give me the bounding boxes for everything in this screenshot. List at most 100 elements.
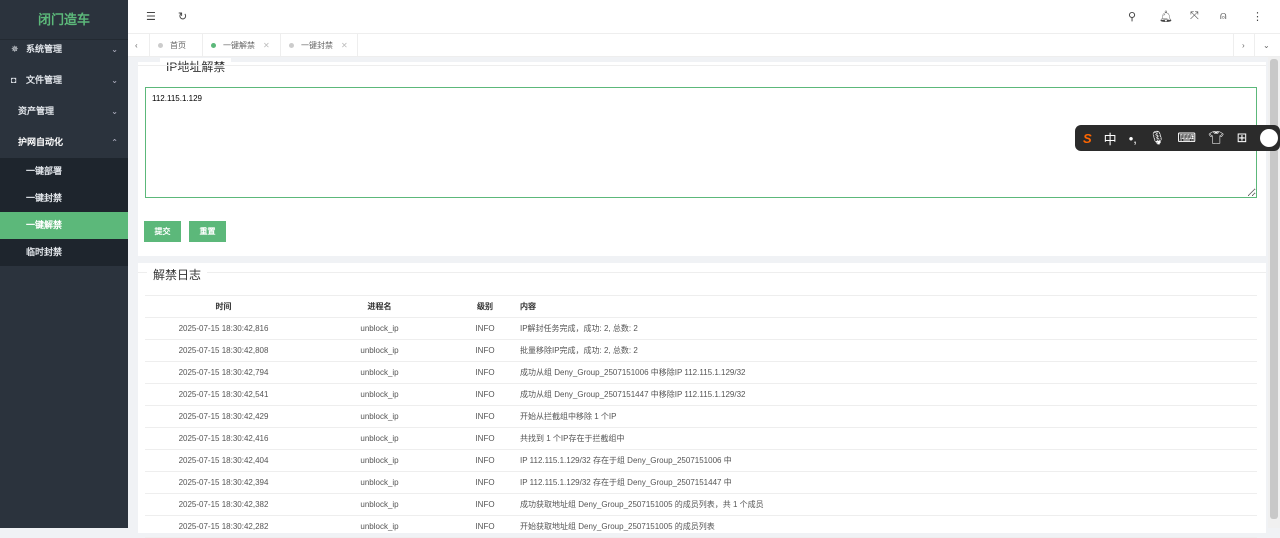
menu-label: 资产管理 <box>18 106 55 116</box>
chevron-up-icon: ⌃ <box>111 138 118 147</box>
table-row: 2025-07-15 18:30:42,394 unblock_ip INFO IP … <box>145 471 1257 494</box>
cell-level: INFO <box>457 427 513 450</box>
menu-fold-icon[interactable]: ☰ <box>146 10 156 23</box>
cell-time: 2025-07-15 18:30:42,282 <box>145 515 302 538</box>
tab-bar: ‹ 首页 一键解禁 ✕ 一键封禁 ✕ › ⌄ <box>128 34 1280 57</box>
cell-process: unblock_ip <box>302 317 457 340</box>
cell-process: unblock_ip <box>302 405 457 428</box>
cell-process: unblock_ip <box>302 383 457 406</box>
cell-time: 2025-07-15 18:30:42,416 <box>145 427 302 450</box>
cell-level: INFO <box>457 515 513 538</box>
microphone-icon[interactable]: 🎙︎ <box>1149 130 1166 146</box>
header: ☰ ↻ ⚲ 🔔︎ ⤧ ⍝ ⋮ <box>128 0 1280 34</box>
ime-toolbar: S 中 •, 🎙︎ ⌨ 👕︎ ⊞ <box>1075 125 1280 151</box>
submenu: 一键部署 一键封禁 一键解禁 临时封禁 <box>0 158 128 266</box>
table-row: 2025-07-15 18:30:42,541 unblock_ip INFO 成功从… <box>145 383 1257 406</box>
tab-dot <box>158 43 163 48</box>
fullscreen-icon[interactable]: ⤧ <box>1190 10 1199 23</box>
cell-process: unblock_ip <box>302 427 457 450</box>
punctuation-icon[interactable]: •, <box>1129 131 1137 146</box>
more-icon[interactable]: ⋮ <box>1252 10 1263 23</box>
refresh-icon[interactable]: ↻ <box>178 10 187 23</box>
cell-level: INFO <box>457 471 513 494</box>
camera-icon: ◘ <box>11 75 17 85</box>
cell-content: 成功获取地址组 Deny_Group_2507151005 的成员列表，共 1 … <box>513 493 1257 516</box>
col-level: 级别 <box>457 295 513 318</box>
col-time: 时间 <box>145 295 302 318</box>
cell-content: 开始从拦截组中移除 1 个IP <box>513 405 1257 428</box>
search-icon[interactable]: ⚲ <box>1128 10 1136 23</box>
cell-level: INFO <box>457 383 513 406</box>
tabs-next-icon[interactable]: › <box>1233 34 1255 57</box>
cell-time: 2025-07-15 18:30:42,394 <box>145 471 302 494</box>
keyboard-icon[interactable]: ⌨ <box>1177 130 1196 146</box>
tabs-prev-icon[interactable]: ‹ <box>128 34 150 57</box>
apps-grid-icon[interactable]: ⊞ <box>1237 130 1248 146</box>
menu-label: 系统管理 <box>26 44 63 54</box>
tab-label: 一键解禁 <box>223 41 255 50</box>
cell-level: INFO <box>457 361 513 384</box>
table-row: 2025-07-15 18:30:42,808 unblock_ip INFO 批量移… <box>145 339 1257 362</box>
reset-button[interactable]: 重置 <box>189 221 226 242</box>
tab-dot <box>289 43 294 48</box>
chevron-down-icon: ⌄ <box>111 45 118 54</box>
sidebar: 闭门造车 ✵ 系统管理 ⌄ ◘ 文件管理 ⌄ 资产管理 ⌄ 护网自动化 ⌃ 一键部署 一键封… <box>0 0 128 528</box>
menu-label: 护网自动化 <box>18 137 64 147</box>
tab-unblock[interactable]: 一键解禁 ✕ <box>203 34 281 57</box>
table-row: 2025-07-15 18:30:42,382 unblock_ip INFO 成功获… <box>145 493 1257 516</box>
cell-content: 成功从组 Deny_Group_2507151006 中移除IP 112.115… <box>513 361 1257 384</box>
submenu-block[interactable]: 一键封禁 <box>0 185 128 212</box>
cell-process: unblock_ip <box>302 339 457 362</box>
tab-home[interactable]: 首页 <box>150 34 203 57</box>
cell-level: INFO <box>457 449 513 472</box>
cell-content: 共找到 1 个IP存在于拦截组中 <box>513 427 1257 450</box>
tab-label: 一键封禁 <box>301 41 333 50</box>
tabs-dropdown-icon[interactable]: ⌄ <box>1255 34 1280 57</box>
ime-mode[interactable]: 中 <box>1104 129 1117 148</box>
close-icon[interactable]: ✕ <box>341 41 348 50</box>
cell-process: unblock_ip <box>302 449 457 472</box>
menu-automation[interactable]: 护网自动化 ⌃ <box>0 127 128 158</box>
submenu-temp-block[interactable]: 临时封禁 <box>0 239 128 266</box>
skin-icon[interactable]: 👕︎ <box>1208 130 1225 146</box>
user-icon[interactable]: ⍝ <box>1220 10 1227 23</box>
mascot-icon[interactable] <box>1259 129 1278 147</box>
close-icon[interactable]: ✕ <box>263 41 270 50</box>
log-title: 解禁日志 <box>147 266 208 283</box>
table-row: 2025-07-15 18:30:42,816 unblock_ip INFO IP解… <box>145 317 1257 340</box>
cell-level: INFO <box>457 339 513 362</box>
col-content: 内容 <box>513 295 1257 318</box>
chevron-down-icon: ⌄ <box>111 107 118 116</box>
cell-level: INFO <box>457 405 513 428</box>
cell-process: unblock_ip <box>302 515 457 538</box>
cell-process: unblock_ip <box>302 361 457 384</box>
sogou-logo-icon[interactable]: S <box>1083 131 1092 146</box>
submenu-deploy[interactable]: 一键部署 <box>0 158 128 185</box>
cell-time: 2025-07-15 18:30:42,794 <box>145 361 302 384</box>
cell-time: 2025-07-15 18:30:42,404 <box>145 449 302 472</box>
table-row: 2025-07-15 18:30:42,282 unblock_ip INFO 开始获… <box>145 515 1257 538</box>
cell-time: 2025-07-15 18:30:42,816 <box>145 317 302 340</box>
menu-label: 文件管理 <box>26 75 63 85</box>
cell-process: unblock_ip <box>302 493 457 516</box>
bell-icon[interactable]: 🔔︎ <box>1159 10 1173 23</box>
cell-content: IP 112.115.1.129/32 存在于组 Deny_Group_2507… <box>513 449 1257 472</box>
tab-label: 首页 <box>170 41 186 50</box>
cell-level: INFO <box>457 493 513 516</box>
cell-content: IP 112.115.1.129/32 存在于组 Deny_Group_2507… <box>513 471 1257 494</box>
log-table: 时间 进程名 级别 内容 2025-07-15 18:30:42,816 unbl… <box>145 295 1257 538</box>
table-row: 2025-07-15 18:30:42,429 unblock_ip INFO 开始从… <box>145 405 1257 428</box>
tab-block[interactable]: 一键封禁 ✕ <box>281 34 358 57</box>
chevron-down-icon: ⌄ <box>111 76 118 85</box>
menu-files[interactable]: ◘ 文件管理 ⌄ <box>0 65 128 96</box>
cell-content: 开始获取地址组 Deny_Group_2507151005 的成员列表 <box>513 515 1257 538</box>
cell-time: 2025-07-15 18:30:42,429 <box>145 405 302 428</box>
submenu-unblock[interactable]: 一键解禁 <box>0 212 128 239</box>
submit-button[interactable]: 提交 <box>144 221 181 242</box>
cell-time: 2025-07-15 18:30:42,541 <box>145 383 302 406</box>
table-row: 2025-07-15 18:30:42,416 unblock_ip INFO 共找到… <box>145 427 1257 450</box>
tab-dot <box>211 43 216 48</box>
menu-assets[interactable]: 资产管理 ⌄ <box>0 96 128 127</box>
menu-system[interactable]: ✵ 系统管理 ⌄ <box>0 34 128 65</box>
cell-content: 成功从组 Deny_Group_2507151447 中移除IP 112.115… <box>513 383 1257 406</box>
